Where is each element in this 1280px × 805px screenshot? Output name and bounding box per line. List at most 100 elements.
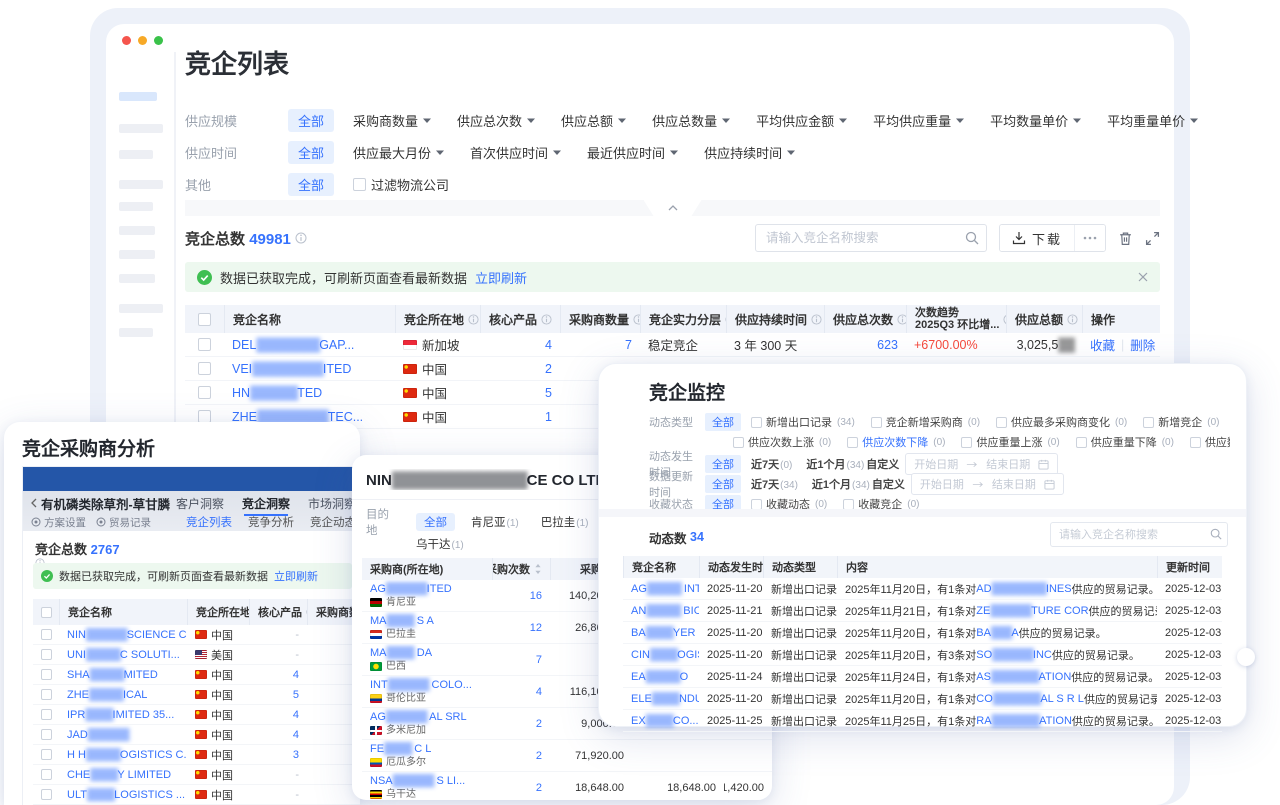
row-checkbox[interactable]: [41, 749, 52, 760]
sort-icon[interactable]: [534, 563, 542, 575]
more-actions-button[interactable]: [1074, 225, 1105, 251]
row-checkbox[interactable]: [41, 729, 52, 740]
core-products-link[interactable]: 4: [293, 729, 299, 741]
competitor-name-link[interactable]: ULT████LOGISTICS ...: [67, 789, 185, 801]
core-products-link[interactable]: -: [295, 769, 299, 781]
row-checkbox[interactable]: [41, 709, 52, 720]
competitor-name-link[interactable]: JAD██████: [67, 729, 129, 741]
supplier-name-link[interactable]: SO██████INC: [976, 649, 1052, 661]
checkbox-icon[interactable]: [1076, 437, 1087, 448]
core-products-link[interactable]: 2: [545, 362, 552, 376]
filter-logistics-checkbox[interactable]: 过滤物流公司: [353, 175, 449, 194]
filter-all-badge[interactable]: 全部: [416, 513, 455, 531]
competitor-name-link[interactable]: EX████CO...: [631, 715, 699, 727]
filter-all-badge[interactable]: 全部: [288, 173, 334, 196]
tool-link[interactable]: 方案设置: [31, 515, 86, 530]
destination-option[interactable]: 肯尼亚(1): [471, 514, 519, 530]
competitor-name-link[interactable]: ZHE█████ICAL: [67, 689, 147, 701]
core-products-link[interactable]: 3: [293, 749, 299, 761]
info-icon[interactable]: [633, 314, 640, 325]
table-row[interactable]: AG█████ INT... 2025-11-20 新增出口记录 2025年11…: [623, 578, 1222, 600]
activity-type-checkbox[interactable]: 供应重量下降(0): [1076, 434, 1174, 450]
row-checkbox[interactable]: [41, 669, 52, 680]
close-window-dot[interactable]: [122, 36, 131, 45]
tab-item[interactable]: 客户洞察: [176, 495, 224, 512]
checkbox-icon[interactable]: [871, 417, 882, 428]
subtab-item[interactable]: 竞争分析: [248, 514, 294, 530]
row-checkbox[interactable]: [198, 338, 211, 351]
activity-type-checkbox[interactable]: 供应重量上涨(0): [961, 434, 1059, 450]
checkbox-icon[interactable]: [751, 417, 762, 428]
checkbox-icon[interactable]: [751, 499, 762, 510]
buyers-count-link[interactable]: 7: [625, 338, 632, 352]
refresh-now-link[interactable]: 立即刷新: [475, 268, 527, 287]
purchase-count-link[interactable]: 2: [536, 718, 542, 730]
buyer-name-link[interactable]: INT██████ COLO...: [370, 678, 484, 692]
checkbox-icon[interactable]: [996, 417, 1007, 428]
row-checkbox[interactable]: [41, 689, 52, 700]
info-icon[interactable]: [1067, 314, 1078, 325]
buyer-name-link[interactable]: FE████ C L: [370, 742, 484, 756]
core-products-link[interactable]: 5: [545, 386, 552, 400]
table-row[interactable]: CHE████Y LIMITED 中国 -: [33, 765, 360, 785]
table-row[interactable]: ULT████LOGISTICS ... 中国 -: [33, 785, 360, 805]
competitor-name-link[interactable]: NIN██████SCIENCE C...: [67, 629, 187, 641]
time-range-option[interactable]: 近1个月(34): [812, 476, 870, 492]
filter-dropdown[interactable]: 最近供应时间: [587, 143, 678, 162]
row-checkbox[interactable]: [41, 629, 52, 640]
buyer-name-link[interactable]: NSA██████ S LI...: [370, 774, 484, 788]
table-row[interactable]: EA█████O 2025-11-24 新增出口记录 2025年11月24日，有…: [623, 666, 1222, 688]
core-products-link[interactable]: 4: [293, 669, 299, 681]
table-row[interactable]: SHA█████MITED 中国 4: [33, 665, 360, 685]
info-icon[interactable]: [897, 314, 906, 325]
table-row[interactable]: ELE████NDU... 2025-11-20 新增出口记录 2025年11月…: [623, 688, 1222, 710]
start-date-placeholder[interactable]: 开始日期: [914, 456, 958, 472]
maximize-window-dot[interactable]: [154, 36, 163, 45]
checkbox-icon[interactable]: [843, 499, 854, 510]
competitor-name-link[interactable]: CHE████Y LIMITED: [67, 769, 171, 781]
date-range-picker[interactable]: 开始日期 结束日期: [911, 473, 1064, 495]
purchase-count-link[interactable]: 4: [536, 686, 542, 698]
search-icon[interactable]: [1210, 528, 1222, 540]
start-date-placeholder[interactable]: 开始日期: [920, 476, 964, 492]
supplier-name-link[interactable]: AD████████INES: [976, 583, 1071, 595]
supplier-name-link[interactable]: BA███A: [976, 627, 1018, 639]
table-row[interactable]: NSA██████ S LI... 乌干达 2 18,648.00 18,648…: [362, 772, 772, 800]
table-row[interactable]: JAD██████ 中国 4: [33, 725, 360, 745]
subtab-item[interactable]: 竞企动态: [310, 514, 356, 530]
destination-option[interactable]: 乌干达(1): [416, 536, 464, 552]
activity-type-checkbox[interactable]: 供应次数上涨(0): [733, 434, 831, 450]
purchase-count-link[interactable]: 2: [536, 782, 542, 794]
supplier-name-link[interactable]: RA███████ATION: [976, 715, 1072, 727]
side-handle[interactable]: [1237, 648, 1255, 666]
supplier-name-link[interactable]: CO███████AL S R L: [976, 693, 1084, 705]
buyer-name-link[interactable]: MA████ DA: [370, 646, 484, 660]
activity-type-checkbox[interactable]: 新增出口记录(34): [751, 414, 855, 430]
purchase-count-link[interactable]: 16: [530, 590, 542, 602]
checkbox-icon[interactable]: [961, 437, 972, 448]
filter-all-badge[interactable]: 全部: [705, 413, 741, 431]
table-row[interactable]: FE████ C L 厄瓜多尔 2 71,920.00: [362, 740, 772, 772]
row-checkbox[interactable]: [41, 769, 52, 780]
minimize-window-dot[interactable]: [138, 36, 147, 45]
activity-type-checkbox[interactable]: 竞企新增采购商(0): [871, 414, 980, 430]
checkbox-icon[interactable]: [1190, 437, 1201, 448]
table-row[interactable]: BA████YER ... 2025-11-20 新增出口记录 2025年11月…: [623, 622, 1222, 644]
competitor-name-link[interactable]: EA█████O: [631, 671, 688, 683]
row-checkbox[interactable]: [41, 649, 52, 660]
info-icon[interactable]: [541, 314, 552, 325]
purchase-count-link[interactable]: 12: [530, 622, 542, 634]
chevron-left-icon[interactable]: [31, 498, 37, 508]
core-products-link[interactable]: -: [295, 629, 299, 641]
select-all-checkbox[interactable]: [198, 313, 211, 326]
activity-type-checkbox[interactable]: 供应最多采购商变化(0): [996, 414, 1127, 430]
competitor-name-link[interactable]: SHA█████MITED: [67, 669, 158, 681]
competitor-name-link[interactable]: AN█████ BIO...: [631, 605, 699, 617]
end-date-placeholder[interactable]: 结束日期: [986, 456, 1030, 472]
core-products-link[interactable]: -: [295, 789, 299, 801]
tool-link[interactable]: 贸易记录: [96, 515, 151, 530]
end-date-placeholder[interactable]: 结束日期: [992, 476, 1036, 492]
competitor-name-link[interactable]: AG█████ INT...: [631, 583, 699, 595]
filter-dropdown[interactable]: 平均数量单价: [990, 111, 1081, 130]
core-products-link[interactable]: 1: [545, 410, 552, 424]
